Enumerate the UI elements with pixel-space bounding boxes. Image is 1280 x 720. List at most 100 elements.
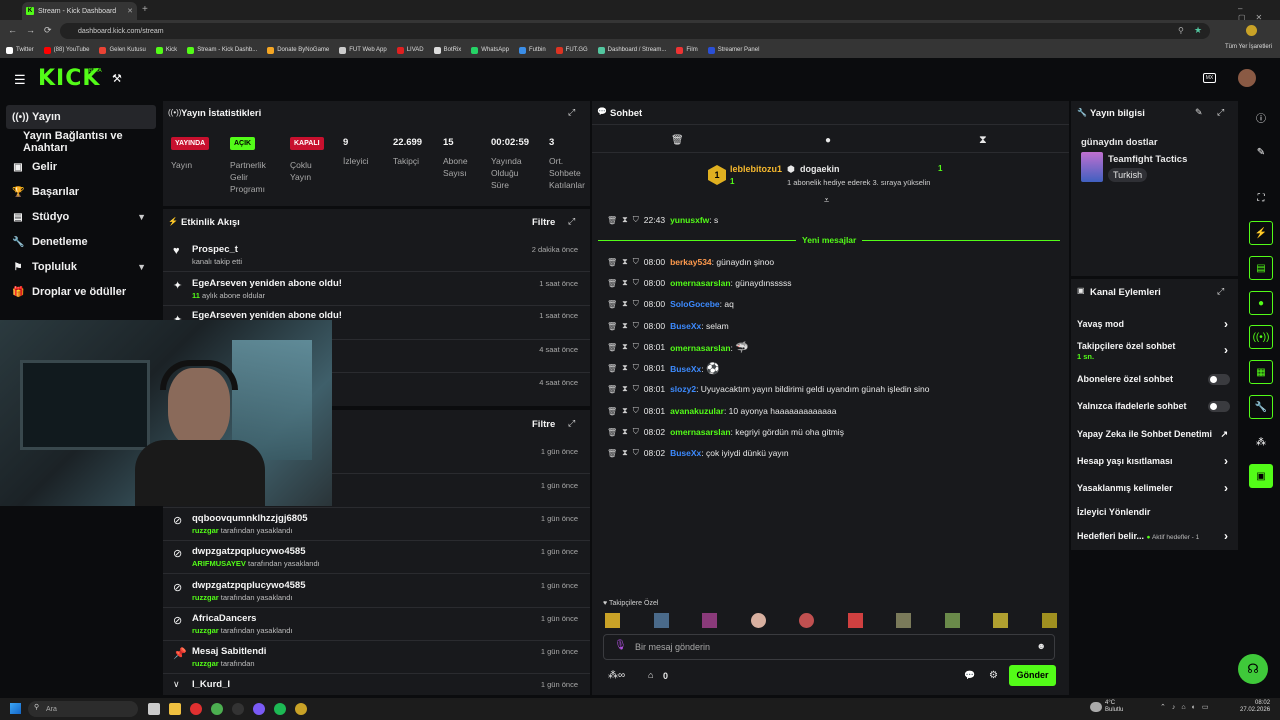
layers-icon[interactable]: ▦ [1249, 360, 1273, 384]
sidebar-item-basarilar[interactable]: 🏆 Başarılar [6, 180, 156, 204]
bookmark-fut-web-app[interactable]: FUT Web App [339, 46, 387, 54]
hourglass-icon[interactable]: ⧗ [622, 321, 628, 331]
category-name[interactable]: Teamfight Tactics [1108, 154, 1187, 165]
emote[interactable] [605, 613, 620, 628]
hourglass-icon[interactable]: ⧗ [622, 299, 628, 309]
user-avatar[interactable] [1238, 69, 1256, 87]
top-gifter-name[interactable]: leblebitozu1 [730, 164, 782, 174]
emote[interactable] [896, 613, 912, 628]
support-headset-icon[interactable]: ☊ [1238, 654, 1268, 684]
expand-icon[interactable]: ⤢ [568, 107, 575, 118]
browser-tab[interactable]: K Stream - Kick Dashboard ✕ [22, 2, 137, 20]
infinity-points-icon[interactable]: ⁂∞ [608, 670, 625, 681]
viewer-redirect-row[interactable]: İzleyici Yönlendir [1077, 507, 1230, 519]
profile-avatar-icon[interactable] [1246, 25, 1257, 36]
trash-icon[interactable]: 🗑 [607, 300, 617, 309]
zoom-icon[interactable]: ⚲ [1178, 26, 1184, 35]
taskbar-search[interactable]: Ara [28, 701, 138, 717]
spotify-icon[interactable] [274, 703, 286, 715]
emotes-only-toggle[interactable] [1208, 401, 1230, 412]
collapse-chevron-icon[interactable]: ⩡ [824, 195, 829, 206]
age-restriction-row[interactable]: Hesap yaşı kısıtlaması › [1077, 454, 1230, 468]
microphone-icon[interactable]: 🎙 [614, 640, 627, 651]
chat-input[interactable]: 🎙 Bir mesaj gönderin ☻ [603, 634, 1055, 660]
trash-icon[interactable]: 🗑 [607, 258, 617, 267]
emote[interactable] [1041, 613, 1057, 628]
chat-username[interactable]: slozy2 [670, 384, 696, 394]
chat-username[interactable]: avanakuzular [670, 406, 724, 416]
bookmark-livad[interactable]: LIVAD [396, 46, 424, 54]
trash-icon[interactable]: 🗑 [607, 449, 617, 458]
expand-icon[interactable]: ⤢ [1217, 107, 1224, 118]
discord-icon[interactable] [253, 703, 265, 715]
lightning-icon[interactable]: ⚡ [1249, 221, 1273, 245]
hourglass-icon[interactable]: ⧗ [622, 342, 628, 352]
hamburger-menu-icon[interactable]: ☰ [14, 72, 26, 88]
slow-mode-row[interactable]: Yavaş mod › [1077, 317, 1230, 333]
bookmark-dashboard-stream[interactable]: Dashboard / Stream... [597, 46, 666, 54]
sidebar-item-topluluk[interactable]: ⚑ Topluluk ▼ [6, 255, 156, 279]
clock[interactable]: 08:02 27.02.2026 [1240, 700, 1270, 714]
trash-icon[interactable]: 🗑 [607, 279, 617, 288]
store-icon[interactable]: ⌂ [648, 670, 653, 680]
info-icon[interactable]: ⓘ [1249, 105, 1273, 129]
expand-icon[interactable]: ⤢ [1217, 286, 1224, 297]
chat-username[interactable]: SoloGocebe [670, 299, 720, 309]
modlog-filter-button[interactable]: Filtre [532, 419, 555, 430]
chrome-icon[interactable] [211, 703, 223, 715]
gear-icon[interactable]: ⚙ [989, 670, 998, 681]
chat-username[interactable]: BuseXx [670, 448, 701, 458]
send-button[interactable]: Gönder [1009, 665, 1056, 686]
trash-icon[interactable]: 🗑 [607, 364, 617, 373]
chat-username[interactable]: omernasarslan [670, 278, 730, 288]
all-bookmarks[interactable]: Tüm Yer İşaretleri [1225, 44, 1272, 50]
bookmark-whatsapp[interactable]: WhatsApp [471, 46, 509, 54]
ai-moderation-row[interactable]: Yapay Zeka ile Sohbet Denetimi ↗ [1077, 429, 1230, 441]
trash-icon[interactable]: 🗑 [607, 428, 617, 437]
bookmark-botrix[interactable]: BotRix [433, 46, 461, 54]
new-tab-button[interactable]: + [142, 4, 148, 15]
trash-icon[interactable]: 🗑 [607, 322, 617, 331]
subs-only-toggle[interactable] [1208, 374, 1230, 385]
speech-bubble-icon[interactable]: ● [825, 135, 831, 146]
multiview-icon[interactable]: MX [1203, 73, 1216, 83]
nav-buttons[interactable]: ←→⟳ [8, 25, 61, 36]
emote[interactable] [847, 613, 863, 628]
kick-rail-icon[interactable]: ▣ [1249, 464, 1273, 488]
bookmark-kick-dashboard[interactable]: Stream - Kick Dashb... [187, 46, 257, 54]
hourglass-icon[interactable]: ⧗ [622, 257, 628, 267]
weather-widget[interactable]: 4°C Bulutlu [1105, 700, 1123, 714]
obs-icon[interactable] [190, 703, 202, 715]
hourglass-icon[interactable]: ⧗ [622, 448, 628, 458]
expand-icon[interactable]: ⤢ [568, 216, 575, 227]
followers-only-row[interactable]: Takipçilere özel sohbet › 1 sn. [1077, 341, 1230, 363]
gifter2-name[interactable]: dogaekin [800, 164, 840, 174]
hammer-icon[interactable]: ⚒ [112, 72, 122, 85]
bookmark-futbin[interactable]: Futbin [518, 46, 546, 54]
chat-username[interactable]: omernasarslan [670, 427, 730, 437]
hourglass-icon[interactable]: ⧗ [622, 278, 628, 288]
bookmark-youtube[interactable]: (88) YouTube [43, 46, 89, 54]
emoji-icon[interactable]: ☻ [1037, 641, 1046, 651]
chat-username[interactable]: BuseXx [670, 364, 701, 374]
trash-icon[interactable]: 🗑 [607, 407, 617, 416]
broadcast-rail-icon[interactable]: ((•)) [1249, 325, 1273, 349]
bookmark-kick[interactable]: Kick [155, 46, 177, 54]
bookmark-futgg[interactable]: FUT.GG [555, 46, 588, 54]
emote[interactable] [750, 613, 766, 628]
hourglass-icon[interactable]: ⧗ [979, 134, 987, 147]
address-bar[interactable]: dashboard.kick.com/stream [60, 23, 1210, 39]
emote[interactable] [944, 613, 960, 628]
file-explorer-icon[interactable] [169, 703, 181, 715]
sidebar-item-yayin[interactable]: ((•)) Yayın [6, 105, 156, 129]
goals-row[interactable]: Hedefleri belir... ● Aktif hedefler - 1 › [1077, 529, 1230, 543]
bookmark-star-icon[interactable]: ★ [1194, 25, 1202, 36]
pencil-icon[interactable]: ✎ [1249, 140, 1273, 164]
sidebar-item-stream-key[interactable]: Yayın Bağlantısı ve Anahtarı [6, 130, 156, 154]
app-icon[interactable] [295, 703, 307, 715]
app-icon[interactable] [232, 703, 244, 715]
document-icon[interactable]: ▤ [1249, 256, 1273, 280]
capture-icon[interactable]: ⛶ [1249, 186, 1273, 210]
bookmark-streamer-panel[interactable]: Streamer Panel [707, 46, 759, 54]
edit-pencil-icon[interactable]: ✎ [1195, 107, 1203, 118]
